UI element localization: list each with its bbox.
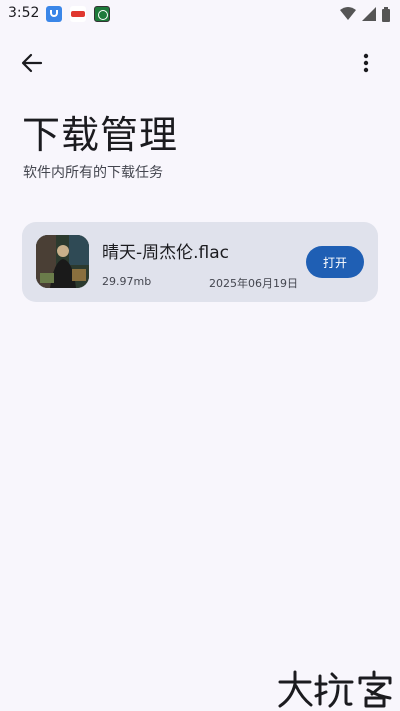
status-time: 3:52 — [8, 5, 40, 21]
page-subtitle: 软件内所有的下载任务 — [23, 165, 163, 181]
arrow-back-icon — [21, 53, 43, 73]
wifi-icon — [340, 7, 356, 20]
file-date: 2025年06月19日 — [209, 277, 298, 290]
app-notification-icon — [94, 6, 110, 22]
file-size: 29.97mb — [102, 275, 152, 288]
open-button[interactable]: 打开 — [306, 246, 364, 278]
download-item-card[interactable]: 晴天-周杰伦.flac 29.97mb 2025年06月19日 打开 — [22, 222, 378, 302]
album-cover-image — [36, 235, 89, 288]
signal-icon — [362, 7, 376, 21]
more-vert-icon — [363, 53, 369, 73]
watermark-logo — [278, 670, 392, 708]
back-button[interactable] — [18, 49, 46, 77]
app-notification-icon — [46, 6, 62, 22]
page-title: 下载管理 — [22, 113, 179, 157]
more-options-button[interactable] — [354, 49, 378, 77]
status-bar: 3:52 — [0, 0, 400, 28]
file-name: 晴天-周杰伦.flac — [102, 243, 230, 263]
system-icons — [340, 6, 390, 22]
app-notification-icon — [70, 6, 86, 22]
battery-icon — [382, 6, 390, 22]
